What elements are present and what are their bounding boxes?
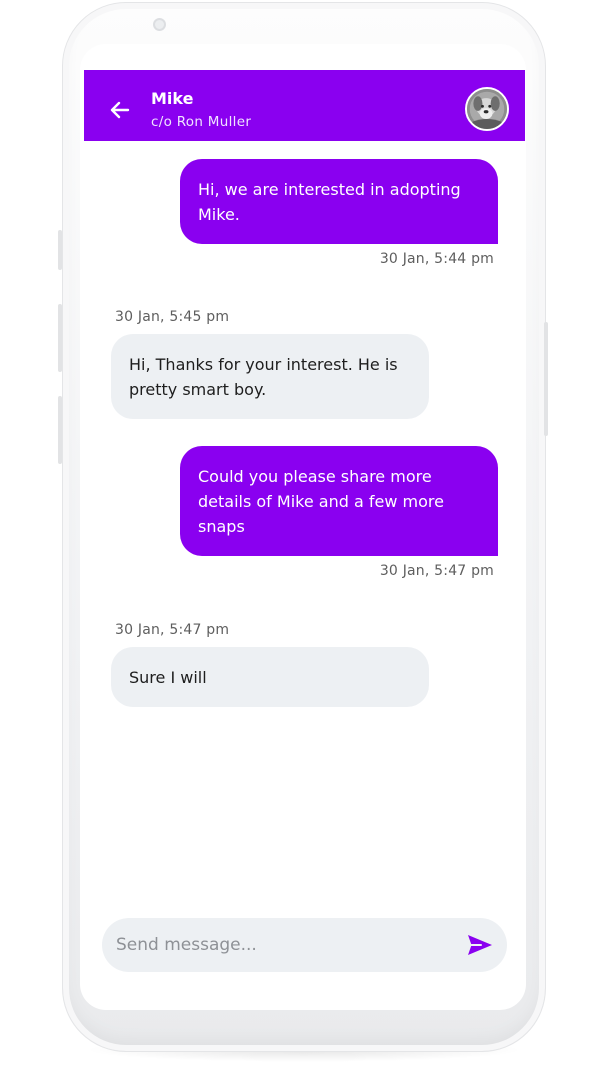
avatar[interactable] xyxy=(465,87,509,131)
phone-side-button xyxy=(58,230,62,270)
phone-volume-down-button xyxy=(58,396,62,464)
message-bubble-sent[interactable]: Could you please share more details of M… xyxy=(180,446,498,556)
message-timestamp: 30 Jan, 5:45 pm xyxy=(115,309,230,325)
message-timestamp: 30 Jan, 5:44 pm xyxy=(379,251,494,267)
front-camera xyxy=(153,18,166,31)
contact-name: Mike xyxy=(151,89,194,108)
message-composer xyxy=(102,918,507,972)
message-bubble-received[interactable]: Sure I will xyxy=(111,647,429,707)
chat-screen: Mike c/o Ron Muller Hi, we are intereste… xyxy=(80,44,526,1010)
send-icon[interactable] xyxy=(466,933,494,957)
message-input[interactable] xyxy=(116,918,456,972)
message-bubble-received[interactable]: Hi, Thanks for your interest. He is pret… xyxy=(111,334,429,419)
message-timestamp: 30 Jan, 5:47 pm xyxy=(115,622,230,638)
message-timestamp: 30 Jan, 5:47 pm xyxy=(379,563,494,579)
phone-volume-up-button xyxy=(58,304,62,372)
dog-photo-avatar xyxy=(467,89,507,129)
chat-header: Mike c/o Ron Muller xyxy=(84,70,525,141)
phone-power-button xyxy=(544,322,548,436)
arrow-left-icon[interactable] xyxy=(108,98,132,122)
contact-subtitle: c/o Ron Muller xyxy=(151,114,252,130)
message-bubble-sent[interactable]: Hi, we are interested in adopting Mike. xyxy=(180,159,498,244)
